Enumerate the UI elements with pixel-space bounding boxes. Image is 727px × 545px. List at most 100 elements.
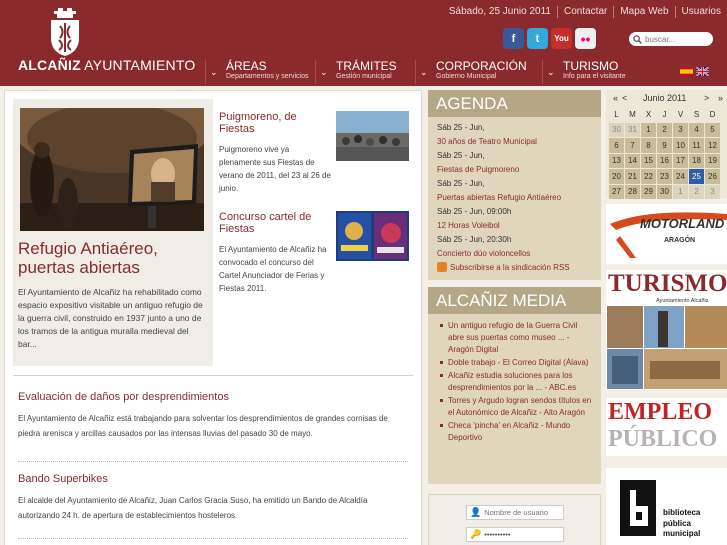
- article-title[interactable]: Evaluación de daños por desprendimientos: [18, 391, 408, 403]
- biblioteca-banner[interactable]: biblioteca pública municipal: [606, 468, 727, 545]
- city-crest-icon[interactable]: [48, 8, 82, 56]
- username-input[interactable]: [484, 508, 560, 517]
- calendar: « < Junio 2011 > » L M X J V S D 30 31 1 2 3 4 5 6 7 8 9 1…: [606, 90, 727, 199]
- password-field: 🔑: [466, 527, 564, 542]
- calendar-day[interactable]: 4: [689, 122, 704, 137]
- calendar-day[interactable]: 19: [705, 153, 720, 168]
- empleo-publico-banner[interactable]: EMPLEO PÚBLICO: [606, 398, 727, 456]
- logo-light: AYUNTAMIENTO: [80, 57, 196, 73]
- calendar-day[interactable]: 5: [705, 122, 720, 137]
- news-thumbnail[interactable]: [336, 111, 409, 161]
- agenda-title: AGENDA: [428, 90, 601, 117]
- calendar-day[interactable]: 11: [689, 138, 704, 153]
- sitemap-link[interactable]: Mapa Web: [620, 6, 668, 18]
- agenda-box: AGENDA Sáb 25 - Jun, 30 años de Teatro M…: [428, 90, 601, 280]
- calendar-day[interactable]: 22: [641, 169, 656, 184]
- calendar-day[interactable]: 31: [625, 122, 640, 137]
- featured-story-image[interactable]: [20, 108, 204, 231]
- calendar-day[interactable]: 8: [641, 138, 656, 153]
- media-link[interactable]: Alcañiz estudia soluciones para los desp…: [440, 370, 595, 394]
- spanish-flag-icon[interactable]: [680, 67, 693, 76]
- agenda-date: Sáb 25 - Jun,: [437, 179, 485, 188]
- users-link[interactable]: Usuarios: [682, 6, 721, 18]
- calendar-day[interactable]: 7: [625, 138, 640, 153]
- calendar-day[interactable]: 23: [657, 169, 672, 184]
- calendar-day[interactable]: 17: [673, 153, 688, 168]
- calendar-month-label: Junio 2011: [643, 93, 687, 103]
- site-logo-text[interactable]: ALCAÑIZ AYUNTAMIENTO: [18, 57, 195, 73]
- calendar-day[interactable]: 2: [657, 122, 672, 137]
- nav-sub-label: Info para el visitante: [563, 73, 626, 80]
- next-year-button[interactable]: »: [718, 93, 723, 103]
- calendar-grid: L M X J V S D 30 31 1 2 3 4 5 6 7 8 9 10 11 12 13 14 15 16 17 18 19…: [609, 107, 720, 199]
- next-month-button[interactable]: >: [704, 93, 709, 103]
- nav-item-turismo[interactable]: ⌄ TURISMO Info para el visitante: [542, 60, 652, 84]
- calendar-day[interactable]: 20: [609, 169, 624, 184]
- calendar-day[interactable]: 27: [609, 184, 624, 199]
- nav-item-tramites[interactable]: ⌄ TRÁMITES Gestión municipal: [315, 60, 415, 84]
- calendar-day[interactable]: 21: [625, 169, 640, 184]
- agenda-event[interactable]: 30 años de Teatro Municipal: [437, 135, 601, 149]
- nav-item-corporacion[interactable]: ⌄ CORPORACIÓN Gobierno Municipal: [415, 60, 542, 84]
- prev-year-button[interactable]: «: [613, 93, 618, 103]
- calendar-day[interactable]: 3: [705, 184, 720, 199]
- calendar-day-today[interactable]: 25: [689, 169, 704, 184]
- key-icon: 🔑: [470, 529, 482, 539]
- calendar-day[interactable]: 3: [673, 122, 688, 137]
- agenda-event[interactable]: Puertas abiertas Refugio Antiaéreo: [437, 191, 601, 205]
- news-title[interactable]: Puigmoreno, de Fiestas: [219, 111, 331, 135]
- calendar-day[interactable]: 1: [641, 122, 656, 137]
- calendar-day[interactable]: 13: [609, 153, 624, 168]
- agenda-event[interactable]: Fiestas de Puigmoreno: [437, 163, 601, 177]
- calendar-day[interactable]: 28: [625, 184, 640, 199]
- news-thumbnail[interactable]: [336, 211, 409, 261]
- calendar-day[interactable]: 2: [689, 184, 704, 199]
- motorland-banner[interactable]: MOTORLAND ARAGÓN: [606, 204, 727, 264]
- media-link[interactable]: Checa 'pincha' en Alcañiz - Mundo Deport…: [440, 420, 595, 444]
- turismo-banner[interactable]: TURISMO Ayuntamiento Alcañiz: [606, 270, 727, 390]
- flickr-icon[interactable]: ••: [575, 28, 596, 49]
- news-title[interactable]: Concurso cartel de Fiestas: [219, 211, 331, 235]
- featured-story-title[interactable]: Refugio Antiaéreo, puertas abiertas: [18, 239, 208, 277]
- facebook-icon[interactable]: f: [503, 28, 524, 49]
- weekday-label: X: [645, 109, 652, 119]
- calendar-day[interactable]: 9: [657, 138, 672, 153]
- prev-month-button[interactable]: <: [622, 93, 627, 103]
- calendar-day[interactable]: 12: [705, 138, 720, 153]
- article-title[interactable]: Bando Superbikes: [18, 473, 408, 485]
- english-flag-icon[interactable]: [696, 67, 709, 76]
- calendar-day[interactable]: 30: [657, 184, 672, 199]
- calendar-day[interactable]: 15: [641, 153, 656, 168]
- calendar-day[interactable]: 29: [641, 184, 656, 199]
- media-link[interactable]: Un antiguo refugio de la Guerra Civil ab…: [440, 320, 595, 356]
- calendar-day[interactable]: 26: [705, 169, 720, 184]
- media-link[interactable]: Torres y Argudo logran sendos títulos en…: [440, 395, 595, 419]
- calendar-day[interactable]: 1: [673, 184, 688, 199]
- agenda-event[interactable]: 12 Horas Voleibol: [437, 219, 601, 233]
- biblioteca-line: biblioteca: [663, 508, 701, 517]
- calendar-day[interactable]: 16: [657, 153, 672, 168]
- password-input[interactable]: [484, 530, 560, 539]
- calendar-day[interactable]: 30: [609, 122, 624, 137]
- contact-link[interactable]: Contactar: [564, 6, 607, 18]
- search-icon[interactable]: [633, 34, 642, 44]
- media-title: ALCAÑIZ MEDIA: [428, 287, 601, 314]
- youtube-icon[interactable]: You: [551, 28, 572, 49]
- agenda-event[interactable]: Concierto dúo violoncellos: [437, 247, 601, 261]
- calendar-day[interactable]: 14: [625, 153, 640, 168]
- news-body: Puigmoreno vive ya plenamente sus Fiesta…: [219, 145, 331, 193]
- twitter-icon[interactable]: t: [527, 28, 548, 49]
- media-link[interactable]: Doble trabajo - El Correo Digital (Álava…: [440, 357, 595, 369]
- logo-bold: ALCAÑIZ: [18, 57, 81, 73]
- calendar-day[interactable]: 24: [673, 169, 688, 184]
- calendar-day[interactable]: 10: [673, 138, 688, 153]
- calendar-day[interactable]: 6: [609, 138, 624, 153]
- agenda-date: Sáb 25 - Jun,: [437, 123, 485, 132]
- agenda-date: Sáb 25 - Jun,: [437, 151, 485, 160]
- rss-subscribe-link[interactable]: Subscribirse a la sindicación RSS: [437, 262, 601, 272]
- featured-story: Refugio Antiaéreo, puertas abiertas El A…: [13, 99, 213, 366]
- nav-item-areas[interactable]: ⌄ ÁREAS Departamentos y servicios: [205, 60, 315, 84]
- search-input[interactable]: [645, 34, 705, 44]
- login-box: 👤 🔑: [428, 494, 601, 545]
- calendar-day[interactable]: 18: [689, 153, 704, 168]
